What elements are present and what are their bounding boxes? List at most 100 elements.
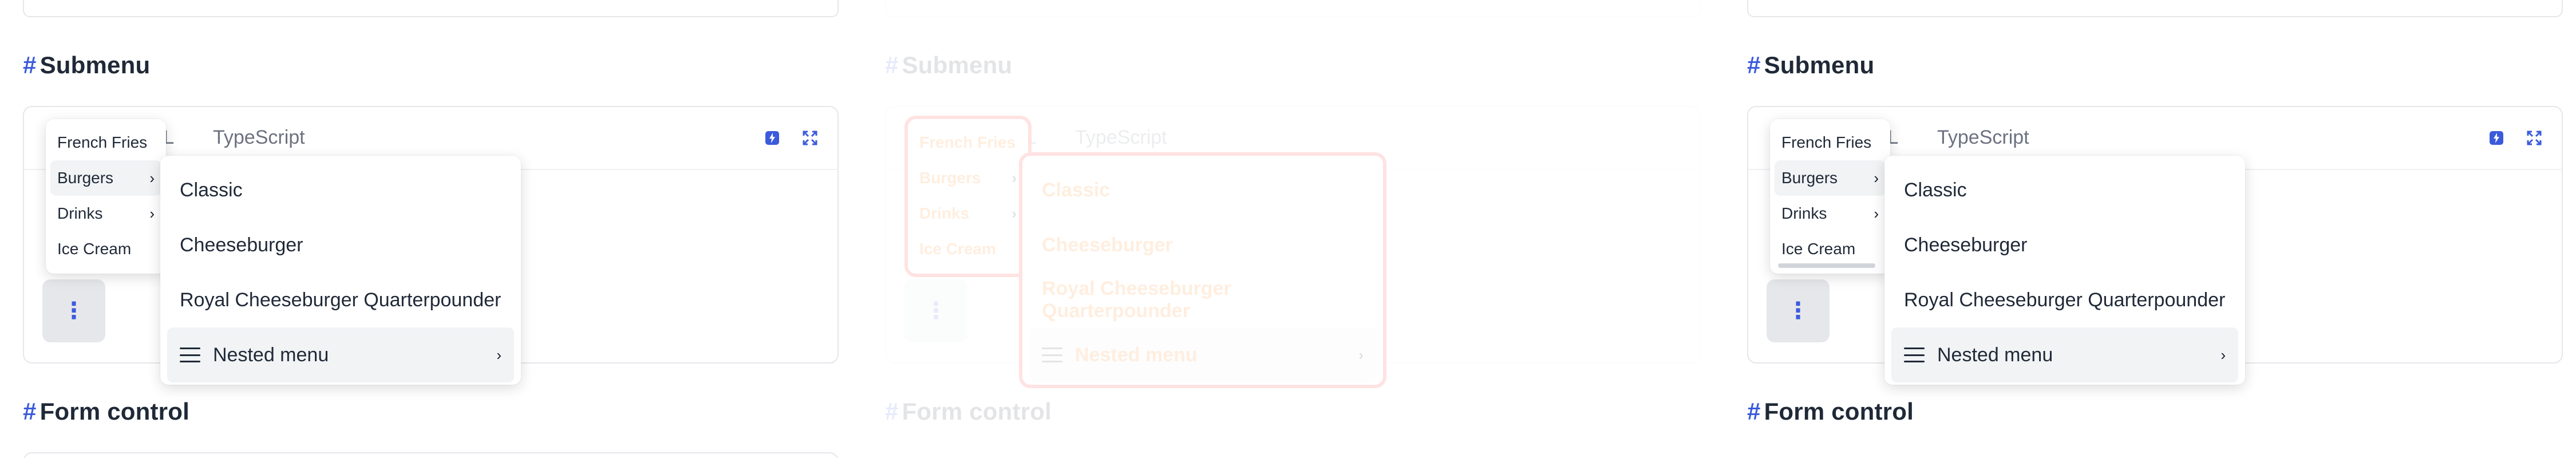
chevron-right-icon: › [1012, 169, 1017, 187]
panel-highlighted: #Submenu ML TypeScript ⋮ French Fries Bu… [885, 0, 1718, 458]
form-control-card [23, 452, 839, 458]
menu-item-ice-cream[interactable]: Ice Cream [50, 231, 161, 267]
menu-item-drinks[interactable]: Drinks › [50, 196, 161, 231]
menu-item-label: Burgers [57, 169, 114, 187]
chevron-right-icon: › [2221, 346, 2226, 364]
section-heading-submenu: # Submenu [1747, 52, 1874, 79]
menu-item-label: Cheeseburger [1904, 234, 2028, 256]
menu-item-french-fries[interactable]: French Fries [1775, 125, 1886, 160]
submenu-item-royal[interactable]: Royal Cheeseburger Quarterpounder [1029, 273, 1376, 327]
anchor-hash[interactable]: # [885, 398, 899, 425]
submenu-item-nested[interactable]: Nested menu › [167, 327, 514, 382]
tab-typescript[interactable]: TypeScript [1075, 127, 1167, 149]
menu-item-label: Nested menu [1075, 344, 1198, 366]
section-heading-form-control: # Form control [1747, 398, 1914, 425]
submenu-item-royal[interactable]: Royal Cheeseburger Quarterpounder [167, 273, 514, 327]
menu-item-drinks[interactable]: Drinks › [912, 196, 1024, 231]
menu-item-label: Ice Cream [919, 240, 996, 258]
submenu-item-classic[interactable]: Classic [1029, 163, 1376, 218]
menu-item-label: Classic [1042, 179, 1111, 201]
menu-item-label: Royal Cheeseburger Quarterpounder [1904, 289, 2226, 311]
tab-typescript[interactable]: TypeScript [213, 127, 305, 149]
section-heading-form-control: # Form control [885, 398, 1052, 425]
flash-icon[interactable] [762, 128, 783, 148]
submenu-item-nested[interactable]: Nested menu › [1029, 327, 1376, 382]
chevron-right-icon: › [149, 204, 155, 222]
menu-item-ice-cream[interactable]: Ice Cream [1775, 231, 1886, 267]
expand-icon[interactable] [800, 128, 820, 148]
menu-item-label: French Fries [57, 133, 148, 151]
menu-item-drinks[interactable]: Drinks › [1775, 196, 1886, 231]
menu-item-label: Ice Cream [57, 240, 132, 258]
section-heading-submenu: # Submenu [23, 52, 150, 79]
menu-item-label: Ice Cream [1781, 240, 1856, 258]
section-title: Submenu [39, 52, 151, 78]
menu-icon [180, 348, 200, 362]
expand-icon[interactable] [2524, 128, 2545, 148]
panel-original: #Submenu ML TypeScript ⋮ French Fries Bu… [23, 0, 856, 458]
section-title: Form control [902, 398, 1052, 425]
menu-item-burgers[interactable]: Burgers › [50, 160, 161, 196]
panel-scrolled: #Submenu ML TypeScript ⋮ French Fries Bu… [1747, 0, 2576, 458]
menu-item-label: Drinks [57, 204, 103, 222]
menu-item-french-fries[interactable]: French Fries [912, 125, 1024, 160]
main-menu: French Fries Burgers › Drinks › Ice Cream [904, 116, 1032, 277]
anchor-hash[interactable]: # [885, 52, 899, 78]
section-heading-form-control: # Form control [23, 398, 189, 425]
menu-item-label: Burgers [1781, 169, 1838, 187]
section-title: Submenu [1764, 52, 1875, 78]
menu-trigger-button[interactable]: ⋮ [1767, 279, 1830, 342]
menu-item-label: Classic [1904, 179, 1967, 201]
menu-icon [1904, 348, 1925, 362]
menu-item-label: Royal Cheeseburger Quarterpounder [180, 289, 501, 311]
submenu-item-cheeseburger[interactable]: Cheeseburger [1029, 218, 1376, 273]
menu-trigger-button[interactable]: ⋮ [42, 279, 105, 342]
menu-item-label: Burgers [919, 169, 981, 187]
chevron-right-icon: › [1874, 204, 1879, 222]
menu-item-label: Nested menu [1937, 344, 2053, 366]
menu-item-label: Cheeseburger [180, 234, 303, 256]
menu-trigger-button[interactable]: ⋮ [904, 279, 967, 342]
menu-item-label: Royal Cheeseburger Quarterpounder [1042, 278, 1231, 322]
sub-menu: Classic Cheeseburger Royal Cheeseburger … [1019, 152, 1386, 388]
sub-menu: Classic Cheeseburger Royal Cheeseburger … [160, 156, 521, 385]
menu-item-burgers[interactable]: Burgers › [912, 160, 1024, 196]
anchor-hash[interactable]: # [1747, 398, 1761, 425]
submenu-item-nested[interactable]: Nested menu › [1891, 327, 2238, 382]
menu-item-label: French Fries [919, 133, 1016, 151]
section-heading-submenu: # Submenu [885, 52, 1012, 79]
submenu-item-cheeseburger[interactable]: Cheeseburger [167, 218, 514, 273]
section-title: Submenu [902, 52, 1013, 78]
menu-item-label: Nested menu [213, 344, 329, 366]
menu-item-label: Drinks [919, 204, 970, 222]
submenu-item-cheeseburger[interactable]: Cheeseburger [1891, 218, 2238, 273]
submenu-item-royal[interactable]: Royal Cheeseburger Quarterpounder [1891, 273, 2238, 327]
chevron-right-icon: › [1012, 204, 1017, 222]
menu-item-label: Classic [180, 179, 243, 201]
anchor-hash[interactable]: # [23, 398, 37, 425]
menu-item-burgers[interactable]: Burgers › [1775, 160, 1886, 196]
chevron-right-icon: › [1874, 169, 1879, 187]
previous-card [1747, 0, 2563, 17]
chevron-right-icon: › [496, 346, 501, 364]
previous-card [885, 0, 1701, 17]
flash-icon[interactable] [2486, 128, 2507, 148]
menu-item-label: French Fries [1781, 133, 1872, 151]
section-title: Form control [1764, 398, 1914, 425]
anchor-hash[interactable]: # [23, 52, 37, 78]
anchor-hash[interactable]: # [1747, 52, 1761, 78]
scrollbar[interactable] [1778, 263, 1875, 268]
main-menu: French Fries Burgers › Drinks › Ice Cream [46, 119, 166, 274]
previous-card [23, 0, 839, 17]
chevron-right-icon: › [1358, 346, 1364, 364]
submenu-item-classic[interactable]: Classic [1891, 163, 2238, 218]
chevron-right-icon: › [149, 169, 155, 187]
menu-item-french-fries[interactable]: French Fries [50, 125, 161, 160]
tab-typescript[interactable]: TypeScript [1937, 127, 2029, 149]
menu-item-label: Drinks [1781, 204, 1827, 222]
submenu-item-classic[interactable]: Classic [167, 163, 514, 218]
sub-menu: Classic Cheeseburger Royal Cheeseburger … [1884, 156, 2245, 385]
section-title: Form control [39, 398, 189, 425]
menu-item-label: Cheeseburger [1042, 234, 1173, 256]
menu-item-ice-cream[interactable]: Ice Cream [912, 231, 1024, 267]
